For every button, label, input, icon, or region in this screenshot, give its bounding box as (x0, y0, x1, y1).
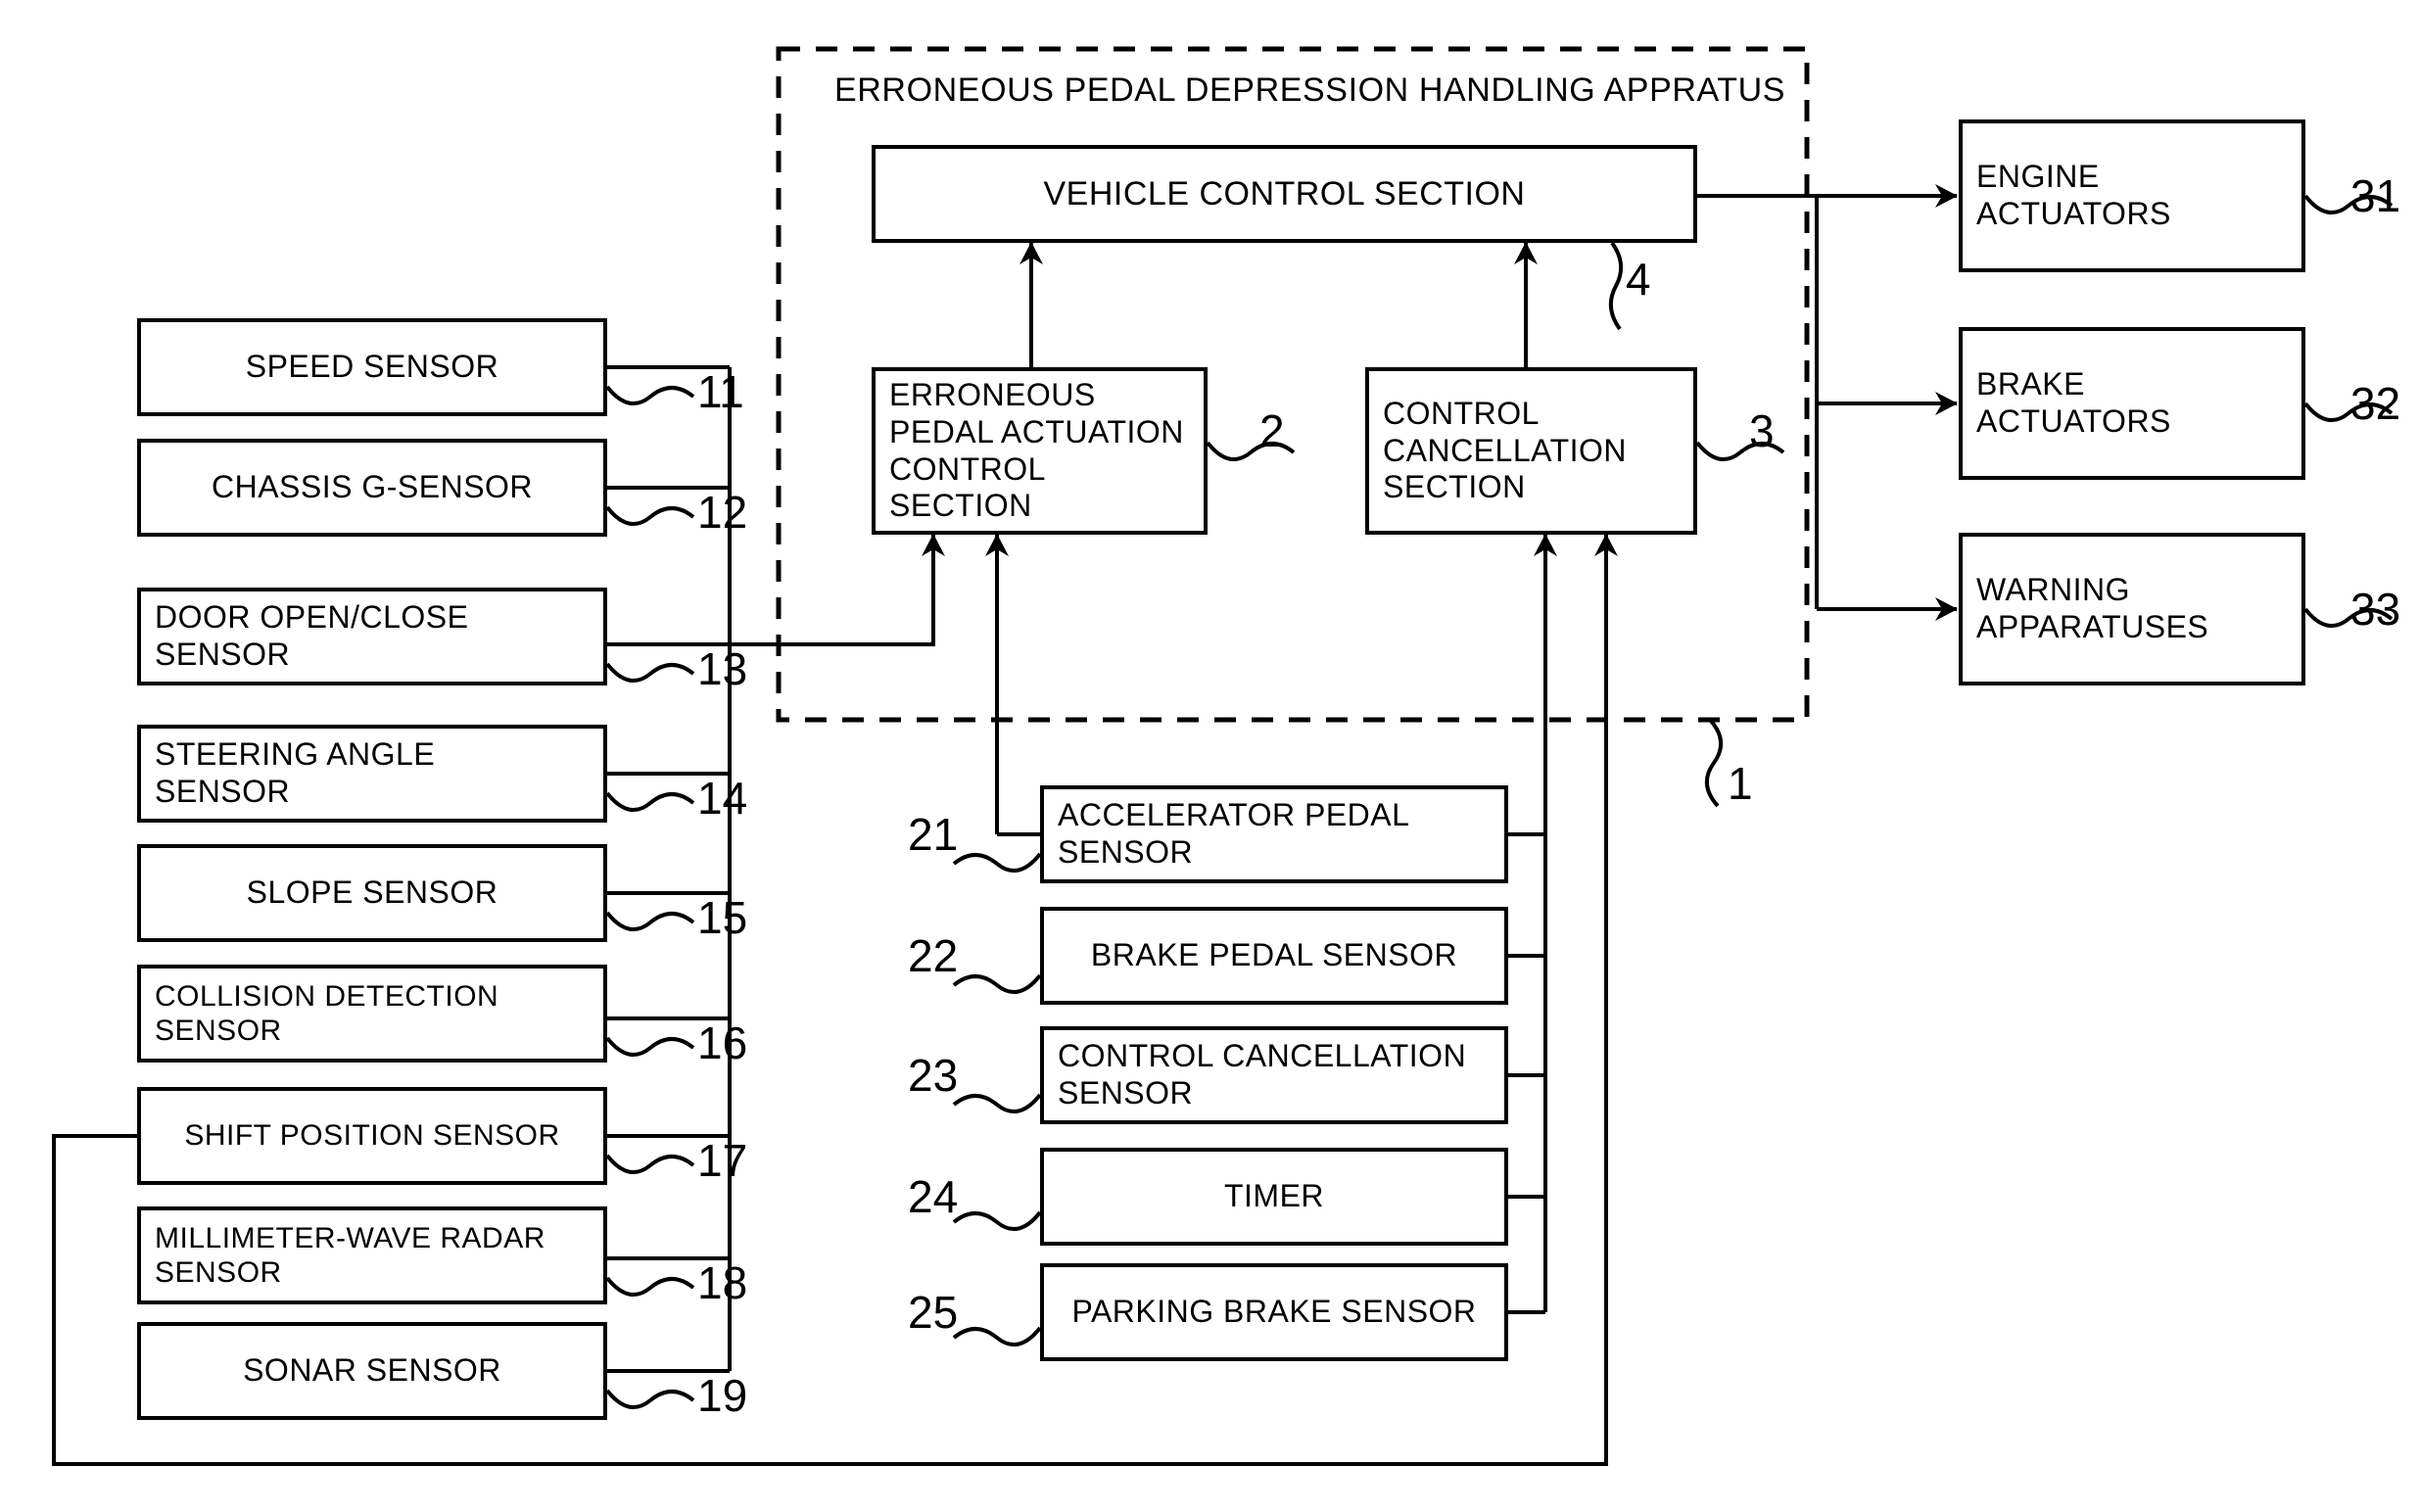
sensor-box-chassis-g[interactable]: CHASSIS G-SENSOR (137, 439, 607, 537)
ref-numeral-11: 11 (697, 366, 744, 417)
ref-numeral-31: 31 (2350, 170, 2401, 221)
sensor-label-chassis-g: CHASSIS G-SENSOR (211, 469, 534, 505)
sensor-label-shift-position: SHIFT POSITION SENSOR (184, 1119, 560, 1153)
leader-22 (952, 973, 1042, 995)
ref-numeral-17: 17 (697, 1135, 748, 1186)
sensor-label-brake-pedal: BRAKE PEDAL SENSOR (1090, 937, 1458, 973)
ref-numeral-3: 3 (1749, 405, 1775, 456)
sensor-label-collision-detection: COLLISION DETECTION SENSOR (155, 979, 499, 1047)
ref-numeral-22: 22 (908, 930, 959, 981)
leader-12 (605, 505, 695, 527)
output-box-warning-apparatuses[interactable]: WARNING APPARATUSES (1959, 533, 2305, 685)
ref-numeral-25: 25 (908, 1287, 959, 1338)
sensor-label-sonar: SONAR SENSOR (243, 1352, 501, 1389)
ref-numeral-14: 14 (697, 773, 748, 824)
ref-numeral-24: 24 (908, 1171, 959, 1222)
leader-13 (605, 662, 695, 684)
sensor-box-steering-angle[interactable]: STEERING ANGLE SENSOR (137, 725, 607, 823)
ref-numeral-32: 32 (2350, 378, 2401, 429)
erroneous-pedal-actuation-control-section-label: ERRONEOUS PEDAL ACTUATION CONTROL SECTIO… (889, 377, 1184, 524)
ref-numeral-12: 12 (697, 487, 748, 538)
sensor-box-door-open-close[interactable]: DOOR OPEN/CLOSE SENSOR (137, 588, 607, 685)
sensor-label-slope: SLOPE SENSOR (246, 874, 498, 911)
sensor-label-millimeter-wave-radar: MILLIMETER-WAVE RADAR SENSOR (155, 1221, 545, 1289)
sensor-box-accelerator-pedal[interactable]: ACCELERATOR PEDAL SENSOR (1040, 785, 1508, 883)
output-label-warning-apparatuses: WARNING APPARATUSES (1976, 572, 2209, 644)
sensor-box-brake-pedal[interactable]: BRAKE PEDAL SENSOR (1040, 907, 1508, 1005)
output-label-brake-actuators: BRAKE ACTUATORS (1976, 366, 2171, 439)
sensor-box-millimeter-wave-radar[interactable]: MILLIMETER-WAVE RADAR SENSOR (137, 1206, 607, 1304)
sensor-label-control-cancellation: CONTROL CANCELLATION SENSOR (1058, 1038, 1467, 1110)
ref-numeral-16: 16 (697, 1017, 748, 1068)
leader-11 (605, 385, 695, 406)
leader-24 (952, 1210, 1042, 1232)
sensor-label-steering-angle: STEERING ANGLE SENSOR (155, 736, 436, 809)
sensor-box-collision-detection[interactable]: COLLISION DETECTION SENSOR (137, 965, 607, 1063)
leader-17 (605, 1154, 695, 1175)
vehicle-control-section-box[interactable]: VEHICLE CONTROL SECTION (872, 145, 1697, 243)
ref-numeral-18: 18 (697, 1257, 748, 1308)
erroneous-pedal-actuation-control-section-box[interactable]: ERRONEOUS PEDAL ACTUATION CONTROL SECTIO… (872, 367, 1208, 535)
control-cancellation-section-label: CONTROL CANCELLATION SECTION (1383, 395, 1628, 505)
ref-numeral-4: 4 (1626, 254, 1651, 305)
ref-numeral-13: 13 (697, 643, 748, 694)
sensor-box-slope[interactable]: SLOPE SENSOR (137, 844, 607, 942)
leader-16 (605, 1036, 695, 1058)
leader-19 (605, 1389, 695, 1410)
sensor-box-timer[interactable]: TIMER (1040, 1148, 1508, 1246)
leader-23 (952, 1093, 1042, 1114)
sensor-box-shift-position[interactable]: SHIFT POSITION SENSOR (137, 1087, 607, 1185)
leader-1 (1705, 718, 1723, 808)
sensor-label-speed: SPEED SENSOR (245, 349, 499, 385)
sensor-box-speed[interactable]: SPEED SENSOR (137, 318, 607, 416)
output-box-brake-actuators[interactable]: BRAKE ACTUATORS (1959, 327, 2305, 480)
ref-numeral-33: 33 (2350, 584, 2401, 635)
leader-4 (1608, 241, 1624, 331)
sensor-box-sonar[interactable]: SONAR SENSOR (137, 1322, 607, 1420)
output-label-engine-actuators: ENGINE ACTUATORS (1976, 159, 2171, 231)
sensor-label-accelerator-pedal: ACCELERATOR PEDAL SENSOR (1058, 797, 1410, 870)
leader-14 (605, 791, 695, 813)
ref-numeral-23: 23 (908, 1050, 959, 1101)
leader-21 (952, 852, 1042, 874)
vehicle-control-section-label: VEHICLE CONTROL SECTION (1043, 174, 1526, 213)
leader-15 (605, 911, 695, 932)
sensor-label-timer: TIMER (1223, 1178, 1325, 1214)
output-box-engine-actuators[interactable]: ENGINE ACTUATORS (1959, 119, 2305, 272)
ref-numeral-2: 2 (1259, 405, 1285, 456)
left-bus-to-erroneous-pedal (730, 534, 945, 646)
ref-numeral-15: 15 (697, 892, 748, 943)
ref-numeral-19: 19 (697, 1370, 748, 1421)
control-cancellation-section-box[interactable]: CONTROL CANCELLATION SECTION (1365, 367, 1697, 535)
sensor-label-parking-brake: PARKING BRAKE SENSOR (1071, 1294, 1477, 1330)
apparatus-enclosure-title: ERRONEOUS PEDAL DEPRESSION HANDLING APPR… (834, 71, 1786, 109)
sensor-box-control-cancellation[interactable]: CONTROL CANCELLATION SENSOR (1040, 1026, 1508, 1124)
ref-numeral-1: 1 (1728, 758, 1753, 809)
leader-18 (605, 1276, 695, 1298)
patent-figure: ERRONEOUS PEDAL DEPRESSION HANDLING APPR… (0, 0, 2418, 1512)
ref-numeral-21: 21 (908, 809, 959, 860)
leader-25 (952, 1326, 1042, 1347)
sensor-label-door-open-close: DOOR OPEN/CLOSE SENSOR (155, 599, 469, 672)
sensor-box-parking-brake[interactable]: PARKING BRAKE SENSOR (1040, 1263, 1508, 1361)
